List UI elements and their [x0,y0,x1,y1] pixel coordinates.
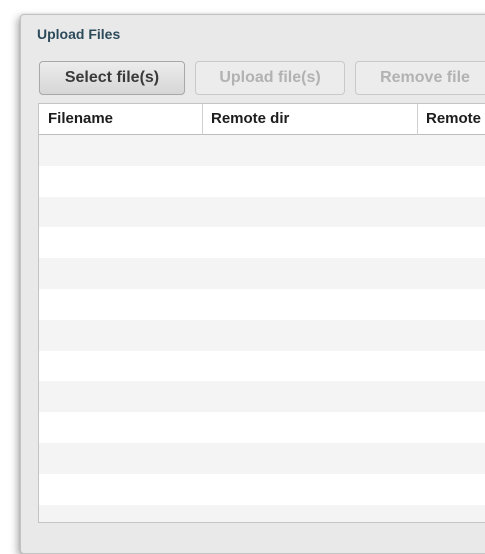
table-body [39,135,485,522]
table-row[interactable] [39,350,485,382]
table-row[interactable] [39,288,485,320]
table-row[interactable] [39,412,485,443]
dialog-title: Upload Files [37,26,121,42]
column-header-remote-dir[interactable]: Remote dir [202,104,417,134]
upload-files-dialog: Upload Files Select file(s) Upload file(… [20,14,485,554]
table-row[interactable] [39,381,485,413]
table-row[interactable] [39,227,485,259]
table-row[interactable] [39,473,485,505]
table-row[interactable] [39,258,485,289]
table-row[interactable] [39,504,485,522]
column-header-remote[interactable]: Remote [417,104,485,134]
select-files-button[interactable]: Select file(s) [39,61,185,95]
upload-files-button[interactable]: Upload file(s) [195,61,345,95]
table-row[interactable] [39,165,485,197]
table-row[interactable] [39,196,485,228]
table-row[interactable] [39,319,485,351]
files-table: Filename Remote dir Remote [38,103,485,523]
table-row[interactable] [39,135,485,166]
column-header-filename[interactable]: Filename [39,104,202,134]
table-header: Filename Remote dir Remote [39,104,485,135]
remove-file-button[interactable]: Remove file [355,61,485,95]
table-row[interactable] [39,442,485,474]
